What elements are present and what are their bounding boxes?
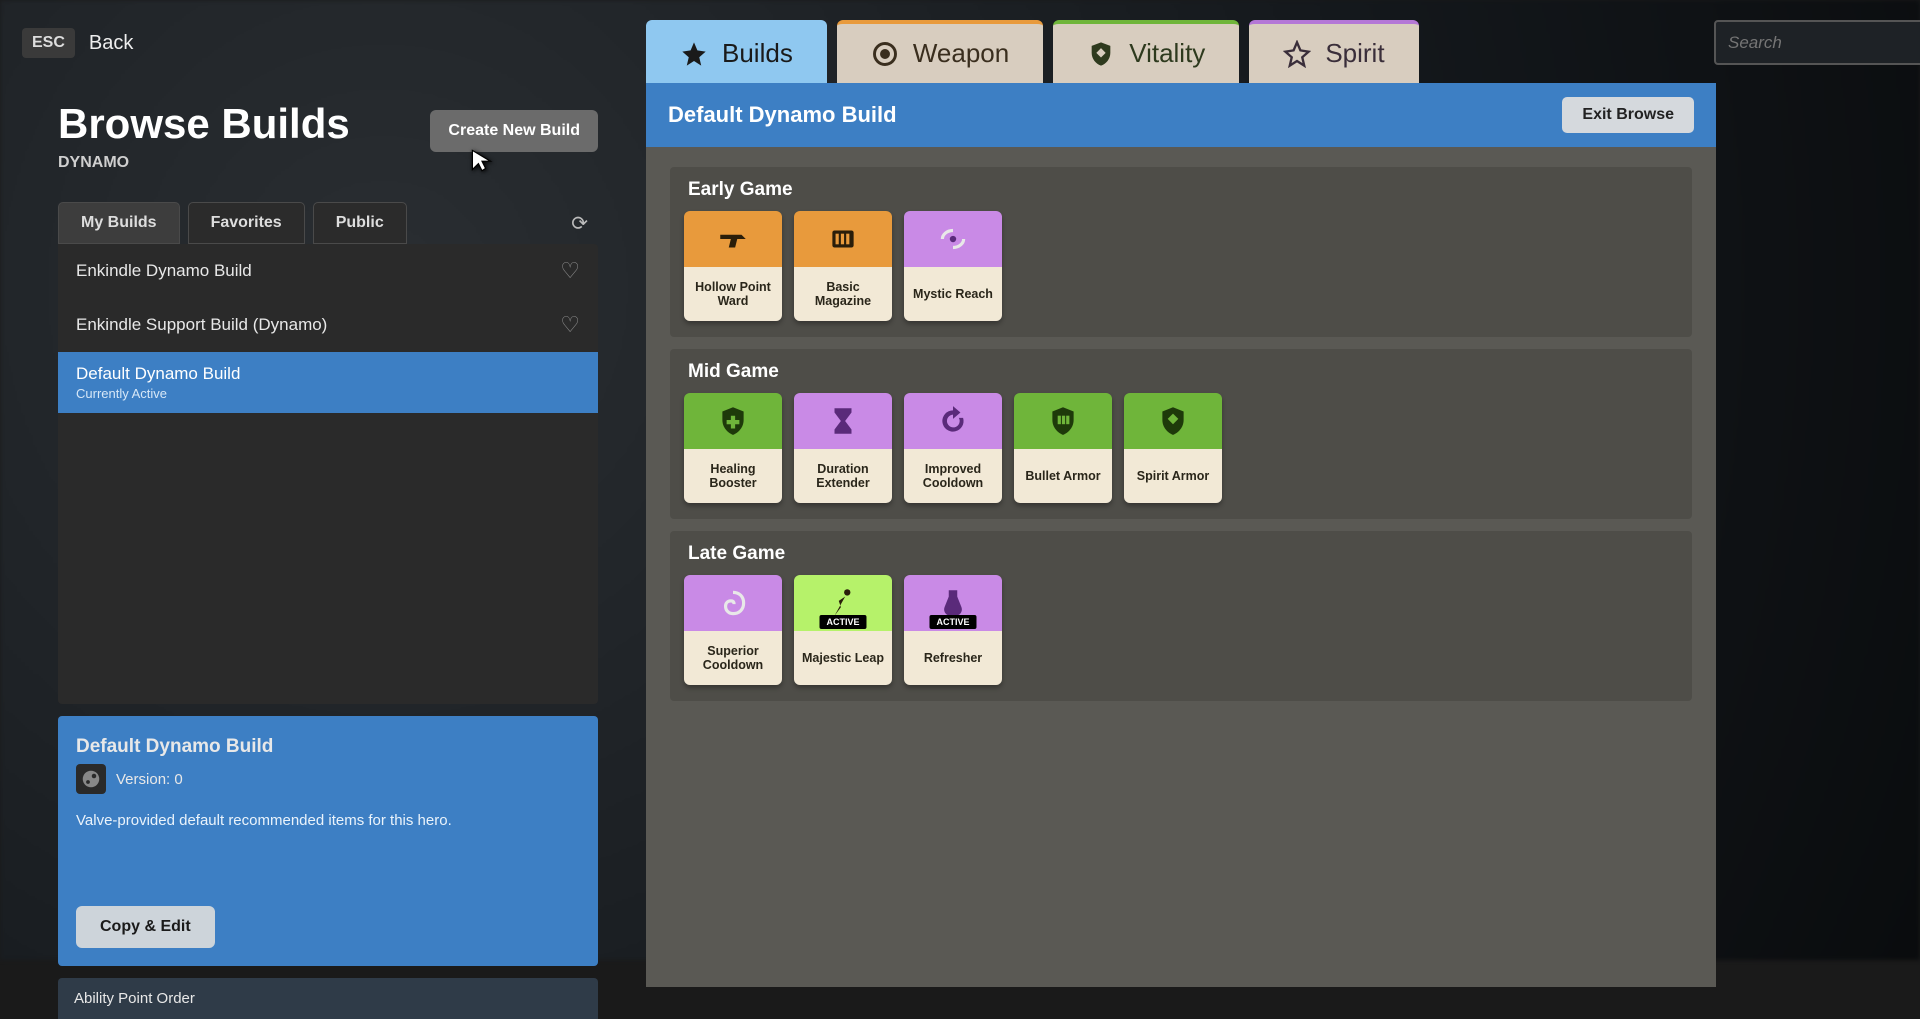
back-button[interactable]: Back: [89, 32, 133, 55]
filter-tab-public[interactable]: Public: [313, 202, 407, 244]
item-card[interactable]: ACTIVE Majestic Leap: [794, 575, 892, 685]
category-tab-vitality[interactable]: Vitality: [1053, 20, 1239, 83]
build-name: Enkindle Support Build (Dynamo): [76, 315, 327, 335]
items-row: Superior CooldownACTIVEMajestic LeapACTI…: [670, 575, 1692, 685]
item-label: Hollow Point Ward: [684, 267, 782, 321]
esc-button[interactable]: ESC: [22, 28, 75, 58]
copy-edit-button[interactable]: Copy & Edit: [76, 906, 215, 948]
build-row[interactable]: Enkindle Dynamo Build ♡: [58, 244, 598, 298]
target-icon: [871, 40, 899, 68]
item-card[interactable]: Healing Booster: [684, 393, 782, 503]
category-tab-weapon[interactable]: Weapon: [837, 20, 1043, 83]
build-name: Enkindle Dynamo Build: [76, 261, 252, 281]
steam-icon: [76, 764, 106, 794]
item-label: Duration Extender: [794, 449, 892, 503]
item-card[interactable]: Mystic Reach: [904, 211, 1002, 321]
category-tab-builds[interactable]: Builds: [646, 20, 827, 83]
phase-title: Early Game: [670, 167, 1692, 211]
phase-section: Early GameHollow Point WardBasic Magazin…: [670, 167, 1692, 337]
item-card[interactable]: Improved Cooldown: [904, 393, 1002, 503]
refresh-icon: [904, 393, 1002, 449]
filter-tab-favorites[interactable]: Favorites: [188, 202, 305, 244]
build-row[interactable]: Enkindle Support Build (Dynamo) ♡: [58, 298, 598, 352]
detail-description: Valve-provided default recommended items…: [76, 812, 580, 829]
build-header: Default Dynamo Build Exit Browse: [646, 83, 1716, 147]
gun-icon: [684, 211, 782, 267]
build-header-title: Default Dynamo Build: [668, 102, 897, 128]
search-input[interactable]: [1728, 33, 1920, 53]
version-text: Version: 0: [116, 771, 183, 788]
item-label: Spirit Armor: [1124, 449, 1222, 503]
item-card[interactable]: Spirit Armor: [1124, 393, 1222, 503]
item-label: Refresher: [904, 631, 1002, 685]
phase-section: Mid GameHealing BoosterDuration Extender…: [670, 349, 1692, 519]
runner-icon: ACTIVE: [794, 575, 892, 631]
item-label: Majestic Leap: [794, 631, 892, 685]
item-label: Mystic Reach: [904, 267, 1002, 321]
phase-section: Late Game Superior Cooldown ACTIVE Majestic…: [670, 531, 1692, 701]
item-card[interactable]: Basic Magazine: [794, 211, 892, 321]
hourglass-icon: [794, 393, 892, 449]
left-panel: Browse Builds DYNAMO Create New Build My…: [58, 100, 598, 1019]
build-name: Default Dynamo Build: [76, 364, 580, 384]
ability-point-order-header[interactable]: Ability Point Order: [58, 978, 598, 1019]
star-icon: [680, 40, 708, 68]
build-list: Enkindle Dynamo Build♡Enkindle Support B…: [58, 244, 598, 704]
favorite-icon[interactable]: ♡: [560, 312, 580, 338]
exit-browse-button[interactable]: Exit Browse: [1562, 97, 1694, 133]
item-card[interactable]: Hollow Point Ward: [684, 211, 782, 321]
spirit-shield-icon: [1124, 393, 1222, 449]
main-panel: BuildsWeaponVitalitySpirit ✕ Default Dyn…: [646, 20, 1716, 987]
plus-shield-icon: [684, 393, 782, 449]
mag-icon: [794, 211, 892, 267]
items-row: Hollow Point WardBasic MagazineMystic Re…: [670, 211, 1692, 321]
build-detail-panel: Default Dynamo Build Version: 0 Valve-pr…: [58, 716, 598, 966]
filter-tabs-row: My BuildsFavoritesPublic ⟳: [58, 202, 598, 244]
tab-label: Spirit: [1325, 38, 1384, 69]
hero-name: DYNAMO: [58, 154, 598, 172]
potion-icon: ACTIVE: [904, 575, 1002, 631]
category-tabs: Builds Weapon Vitality Spirit: [646, 20, 1716, 83]
item-card[interactable]: Duration Extender: [794, 393, 892, 503]
active-badge: ACTIVE: [819, 615, 866, 629]
tab-label: Vitality: [1129, 38, 1205, 69]
item-label: Superior Cooldown: [684, 631, 782, 685]
item-label: Bullet Armor: [1014, 449, 1112, 503]
phase-title: Late Game: [670, 531, 1692, 575]
ammo-shield-icon: [1014, 393, 1112, 449]
active-badge: ACTIVE: [929, 615, 976, 629]
filter-tab-my-builds[interactable]: My Builds: [58, 202, 180, 244]
phase-title: Mid Game: [670, 349, 1692, 393]
item-card[interactable]: ACTIVE Refresher: [904, 575, 1002, 685]
create-new-build-button[interactable]: Create New Build: [430, 110, 598, 152]
item-label: Basic Magazine: [794, 267, 892, 321]
tab-label: Builds: [722, 38, 793, 69]
build-content: Early GameHollow Point WardBasic Magazin…: [646, 147, 1716, 987]
category-tab-spirit[interactable]: Spirit: [1249, 20, 1418, 83]
item-card[interactable]: Bullet Armor: [1014, 393, 1112, 503]
favorite-icon[interactable]: ♡: [560, 258, 580, 284]
detail-title: Default Dynamo Build: [76, 736, 580, 758]
search-box[interactable]: ✕: [1714, 20, 1920, 65]
star-o-icon: [1283, 40, 1311, 68]
items-row: Healing BoosterDuration ExtenderImproved…: [670, 393, 1692, 503]
refresh-icon[interactable]: ⟳: [571, 211, 598, 236]
tab-label: Weapon: [913, 38, 1009, 69]
item-label: Improved Cooldown: [904, 449, 1002, 503]
item-card[interactable]: Superior Cooldown: [684, 575, 782, 685]
build-subtext: Currently Active: [76, 386, 580, 401]
wave-icon: [904, 211, 1002, 267]
shield-icon: [1087, 40, 1115, 68]
item-label: Healing Booster: [684, 449, 782, 503]
swirl-icon: [684, 575, 782, 631]
build-row[interactable]: Default Dynamo Build Currently Active: [58, 352, 598, 413]
top-bar: ESC Back: [22, 28, 133, 58]
